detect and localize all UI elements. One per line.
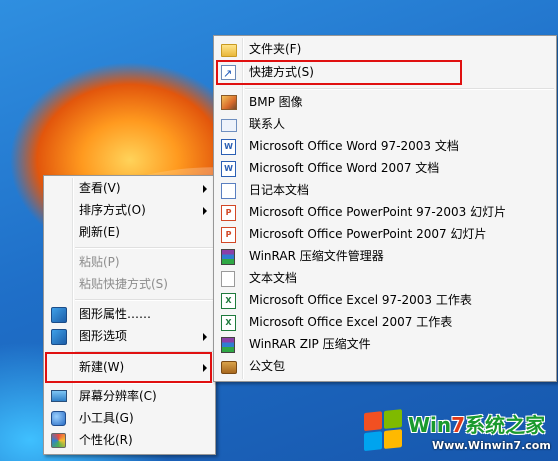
- windows-flag-icon: [364, 409, 404, 453]
- new-item-word-2007[interactable]: W Microsoft Office Word 2007 文档: [216, 158, 554, 179]
- menu-item-label: Microsoft Office PowerPoint 97-2003 幻灯片: [249, 205, 507, 219]
- menu-item-label: WinRAR ZIP 压缩文件: [249, 337, 371, 351]
- menu-item-screen-resolution[interactable]: 屏幕分辨率(C): [46, 386, 213, 407]
- menu-item-paste: 粘贴(P): [46, 252, 213, 273]
- menu-item-personalize[interactable]: 个性化(R): [46, 430, 213, 451]
- menu-item-label: 日记本文档: [249, 183, 310, 197]
- menu-item-graphics-properties[interactable]: 图形属性……: [46, 304, 213, 325]
- graphics-options-icon: [51, 329, 67, 345]
- winrar-zip-icon: [221, 337, 235, 353]
- menu-item-label: Microsoft Office Excel 2007 工作表: [249, 315, 453, 329]
- menu-separator: [75, 247, 213, 249]
- menu-item-label: 排序方式(O): [79, 203, 146, 217]
- menu-item-label: WinRAR 压缩文件管理器: [249, 249, 384, 263]
- new-item-text-document[interactable]: 文本文档: [216, 268, 554, 289]
- new-item-folder[interactable]: 文件夹(F): [216, 39, 554, 60]
- menu-item-label: 刷新(E): [79, 225, 120, 239]
- submenu-arrow-icon: [203, 185, 207, 193]
- new-item-contact[interactable]: 联系人: [216, 114, 554, 135]
- menu-item-label: 个性化(R): [79, 433, 133, 447]
- new-item-bmp[interactable]: BMP 图像: [216, 92, 554, 113]
- graphics-properties-icon: [51, 307, 67, 323]
- bmp-image-icon: [221, 95, 237, 110]
- new-item-winrar-zip[interactable]: WinRAR ZIP 压缩文件: [216, 334, 554, 355]
- new-item-ppt-2007[interactable]: P Microsoft Office PowerPoint 2007 幻灯片: [216, 224, 554, 245]
- submenu-arrow-icon: [203, 333, 207, 341]
- watermark-url: Www.Winwin7.com: [432, 439, 551, 452]
- menu-item-view[interactable]: 查看(V): [46, 178, 213, 199]
- excel-xlsx-icon: X: [221, 315, 236, 331]
- journal-icon: [221, 183, 236, 199]
- menu-separator: [75, 299, 213, 301]
- folder-icon: [221, 44, 237, 57]
- menu-item-label: Microsoft Office Excel 97-2003 工作表: [249, 293, 472, 307]
- highlight-box-new: [45, 352, 212, 383]
- highlight-box-shortcut: [216, 60, 462, 85]
- contact-icon: [221, 119, 237, 132]
- menu-item-label: 联系人: [249, 117, 286, 131]
- menu-item-label: 文件夹(F): [249, 42, 302, 56]
- new-item-excel-97[interactable]: X Microsoft Office Excel 97-2003 工作表: [216, 290, 554, 311]
- menu-item-paste-shortcut: 粘贴快捷方式(S): [46, 274, 213, 295]
- menu-item-label: 公文包: [249, 359, 286, 373]
- powerpoint-pptx-icon: P: [221, 227, 236, 243]
- winrar-icon: [221, 249, 235, 265]
- desktop-context-menu: 查看(V) 排序方式(O) 刷新(E) 粘贴(P) 粘贴快捷方式(S) 图形属性…: [43, 175, 216, 455]
- menu-item-label: 小工具(G): [79, 411, 134, 425]
- word-doc-icon: W: [221, 139, 236, 155]
- new-item-excel-2007[interactable]: X Microsoft Office Excel 2007 工作表: [216, 312, 554, 333]
- menu-item-label: 图形属性……: [79, 307, 152, 321]
- new-item-briefcase[interactable]: 公文包: [216, 356, 554, 377]
- personalize-icon: [51, 433, 66, 448]
- briefcase-icon: [221, 361, 237, 374]
- menu-item-label: 粘贴(P): [79, 255, 120, 269]
- menu-item-label: 图形选项: [79, 329, 128, 343]
- new-item-winrar[interactable]: WinRAR 压缩文件管理器: [216, 246, 554, 267]
- new-submenu: 文件夹(F) 快捷方式(S) BMP 图像 联系人 W Microsoft Of…: [213, 35, 557, 382]
- menu-item-label: 粘贴快捷方式(S): [79, 277, 168, 291]
- text-document-icon: [221, 271, 235, 287]
- submenu-arrow-icon: [203, 207, 207, 215]
- menu-item-sort-by[interactable]: 排序方式(O): [46, 200, 213, 221]
- excel-xls-icon: X: [221, 293, 236, 309]
- new-item-word-97[interactable]: W Microsoft Office Word 97-2003 文档: [216, 136, 554, 157]
- menu-item-gadgets[interactable]: 小工具(G): [46, 408, 213, 429]
- new-item-ppt-97[interactable]: P Microsoft Office PowerPoint 97-2003 幻灯…: [216, 202, 554, 223]
- powerpoint-ppt-icon: P: [221, 205, 236, 221]
- menu-item-label: BMP 图像: [249, 95, 303, 109]
- menu-item-label: Microsoft Office Word 2007 文档: [249, 161, 440, 175]
- menu-item-label: 查看(V): [79, 181, 121, 195]
- menu-item-graphics-options[interactable]: 图形选项: [46, 326, 213, 347]
- menu-separator: [245, 88, 554, 90]
- watermark-brand: Win7系统之家: [408, 413, 546, 437]
- monitor-icon: [51, 390, 67, 402]
- menu-item-label: 屏幕分辨率(C): [79, 389, 157, 403]
- menu-item-label: 文本文档: [249, 271, 298, 285]
- menu-item-label: Microsoft Office Word 97-2003 文档: [249, 139, 459, 153]
- word-docx-icon: W: [221, 161, 236, 177]
- menu-item-refresh[interactable]: 刷新(E): [46, 222, 213, 243]
- new-item-journal[interactable]: 日记本文档: [216, 180, 554, 201]
- gadgets-icon: [51, 411, 66, 426]
- menu-item-label: Microsoft Office PowerPoint 2007 幻灯片: [249, 227, 487, 241]
- watermark-logo: Win7系统之家 Www.Winwin7.com: [362, 405, 558, 461]
